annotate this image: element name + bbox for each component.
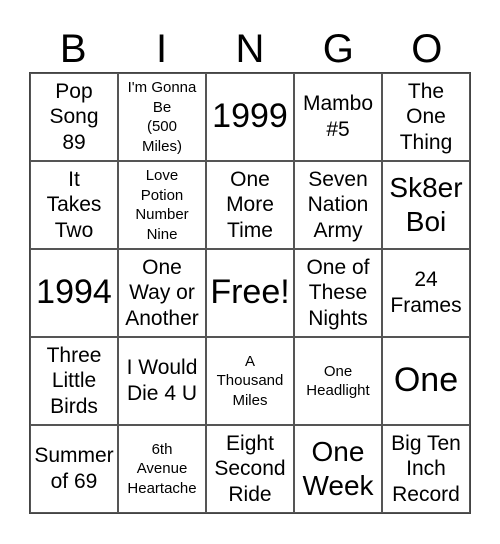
bingo-cell[interactable]: A Thousand Miles (206, 337, 294, 425)
bingo-cell[interactable]: 1994 (30, 249, 118, 337)
bingo-cell[interactable]: I Would Die 4 U (118, 337, 206, 425)
bingo-cell[interactable]: The One Thing (382, 73, 470, 161)
bingo-cell[interactable]: One (382, 337, 470, 425)
bingo-cell[interactable]: Eight Second Ride (206, 425, 294, 513)
bingo-cell[interactable]: It Takes Two (30, 161, 118, 249)
bingo-grid: Pop Song 89 I'm Gonna Be (500 Miles) 1999 M… (29, 72, 471, 514)
header-letter-n: N (235, 27, 265, 71)
bingo-cell[interactable]: 24 Frames (382, 249, 470, 337)
header-letter-i: I (156, 27, 168, 71)
bingo-cell[interactable]: Big Ten Inch Record (382, 425, 470, 513)
bingo-cell[interactable]: 6th Avenue Heartache (118, 425, 206, 513)
free-space-cell[interactable]: Free! (206, 249, 294, 337)
bingo-cell[interactable]: Seven Nation Army (294, 161, 382, 249)
bingo-cell[interactable]: One Headlight (294, 337, 382, 425)
header-letter-g: G (322, 27, 354, 71)
bingo-cell[interactable]: I'm Gonna Be (500 Miles) (118, 73, 206, 161)
bingo-cell[interactable]: 1999 (206, 73, 294, 161)
header-letter-b: B (59, 27, 87, 71)
bingo-cell[interactable]: One Way or Another (118, 249, 206, 337)
bingo-cell[interactable]: Pop Song 89 (30, 73, 118, 161)
bingo-cell[interactable]: Love Potion Number Nine (118, 161, 206, 249)
bingo-cell[interactable]: One More Time (206, 161, 294, 249)
bingo-cell[interactable]: One of These Nights (294, 249, 382, 337)
bingo-header: B I N G O (29, 26, 471, 72)
bingo-cell[interactable]: One Week (294, 425, 382, 513)
bingo-cell[interactable]: Summer of 69 (30, 425, 118, 513)
header-letter-o: O (411, 27, 443, 71)
bingo-cell[interactable]: Three Little Birds (30, 337, 118, 425)
bingo-cell[interactable]: Sk8er Boi (382, 161, 470, 249)
bingo-cell[interactable]: Mambo #5 (294, 73, 382, 161)
